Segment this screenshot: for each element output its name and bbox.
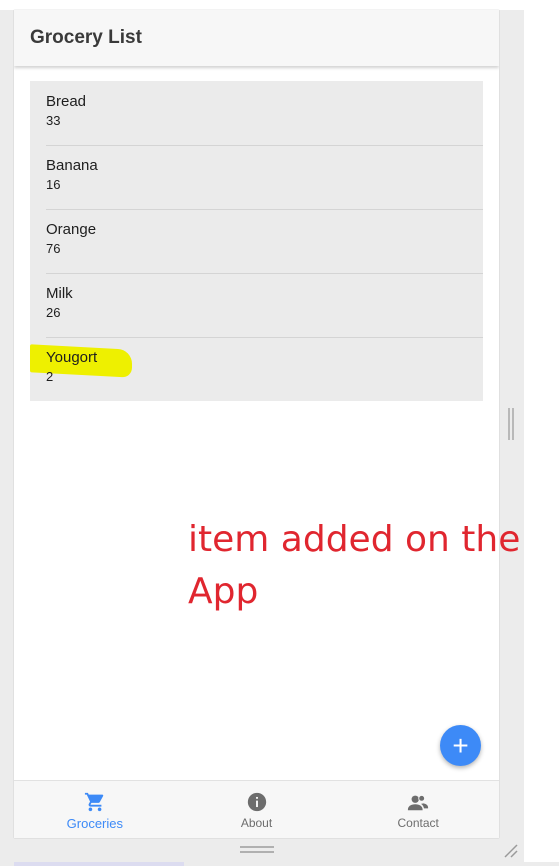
item-quantity: 76 xyxy=(46,241,61,256)
plus-icon: + xyxy=(452,729,469,761)
nav-item-groceries[interactable]: Groceries xyxy=(14,781,176,838)
app-title: Grocery List xyxy=(30,27,142,48)
add-item-button[interactable]: + xyxy=(440,725,481,766)
nav-item-contact[interactable]: Contact xyxy=(337,781,499,838)
bottom-navigation: Groceries About Contact xyxy=(14,780,499,838)
list-item[interactable]: Bread 33 xyxy=(30,81,483,145)
bottom-scrollbar[interactable] xyxy=(0,862,559,866)
nav-label: Groceries xyxy=(66,816,124,831)
app-screen: Grocery List Bread 33 Banana 16 Orange 7… xyxy=(14,10,499,838)
grocery-list: Bread 33 Banana 16 Orange 76 Milk 26 You… xyxy=(30,81,483,401)
resize-grip-icon[interactable] xyxy=(502,842,518,858)
item-name: Milk xyxy=(46,285,73,302)
list-item[interactable]: Orange 76 xyxy=(30,209,483,273)
item-quantity: 16 xyxy=(46,177,61,192)
item-name: Bread xyxy=(46,93,87,110)
cart-icon xyxy=(84,792,104,812)
contacts-icon xyxy=(408,794,429,811)
list-item[interactable]: Yougort 2 xyxy=(30,337,483,401)
annotation-line: item added on the xyxy=(188,519,521,560)
scrollbar-thumb[interactable] xyxy=(14,862,184,866)
app-bar: Grocery List xyxy=(14,10,499,66)
info-icon xyxy=(247,792,266,812)
vertical-resize-handle[interactable] xyxy=(508,408,514,440)
annotation-text: item added on the App xyxy=(188,514,528,618)
horizontal-resize-handle[interactable] xyxy=(240,846,274,853)
nav-label: Contact xyxy=(397,816,439,830)
nav-label: About xyxy=(240,816,273,830)
annotation-line: App xyxy=(188,571,259,612)
item-quantity: 2 xyxy=(46,369,54,384)
list-item[interactable]: Banana 16 xyxy=(30,145,483,209)
list-item[interactable]: Milk 26 xyxy=(30,273,483,337)
item-quantity: 33 xyxy=(46,113,61,128)
item-quantity: 26 xyxy=(46,305,61,320)
nav-item-about[interactable]: About xyxy=(176,781,338,838)
item-name: Yougort xyxy=(46,349,98,366)
item-name: Banana xyxy=(46,157,98,174)
item-name: Orange xyxy=(46,221,97,238)
